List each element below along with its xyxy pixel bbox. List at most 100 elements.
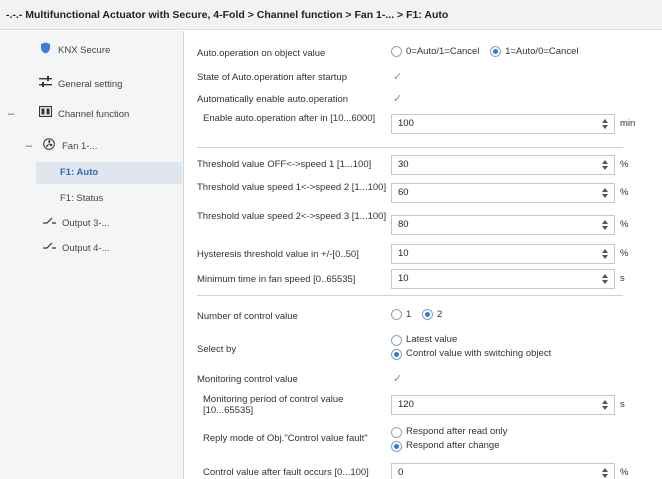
reply-mode-label: Reply mode of Obj."Control value fault" — [203, 433, 368, 444]
state-startup-label: State of Auto.operation after startup — [197, 72, 347, 83]
sidebar-item-output-3[interactable]: Output 3-... — [42, 214, 110, 234]
after-fault-label: Control value after fault occurs [0...10… — [203, 467, 369, 478]
spin-arrows-icon[interactable] — [602, 186, 610, 200]
sidebar-item-label: F1: Auto — [60, 167, 99, 178]
threshold-off-input[interactable]: 30 — [391, 155, 615, 175]
spin-arrows-icon[interactable] — [602, 466, 610, 479]
sliders-icon — [38, 75, 52, 93]
sidebar-item-label: Output 4-... — [62, 243, 110, 254]
auto-object-option-2-label: 1=Auto/0=Cancel — [505, 46, 579, 57]
auto-object-option-2-radio[interactable] — [490, 46, 502, 57]
switch-icon — [42, 241, 56, 255]
threshold-23-value: 80 — [398, 219, 409, 230]
sidebar-item-output-4[interactable]: Output 4-... — [42, 239, 110, 259]
hysteresis-input[interactable]: 10 — [391, 244, 615, 264]
monitoring-label: Monitoring control value — [197, 374, 298, 385]
spin-arrows-icon[interactable] — [602, 247, 610, 261]
auto-object-label: Auto.operation on object value — [197, 48, 326, 59]
reply-mode-option-2-radio[interactable] — [391, 440, 402, 452]
spin-arrows-icon[interactable] — [602, 117, 610, 131]
state-startup-checkbox[interactable]: ✓ — [393, 70, 402, 83]
spin-arrows-icon[interactable] — [602, 158, 610, 172]
num-control-option-1-radio[interactable] — [391, 309, 402, 320]
reply-mode-option-2-label: Respond after change — [406, 440, 500, 451]
enable-after-input[interactable]: 100 — [391, 114, 615, 134]
num-control-option-2-label: 2 — [436, 309, 443, 320]
enable-after-value: 100 — [398, 118, 414, 129]
sidebar-item-f1-auto[interactable]: F1: Auto — [60, 163, 98, 183]
sidebar-item-general-setting[interactable]: General setting — [38, 75, 122, 95]
select-by-label: Select by — [197, 344, 237, 355]
parameter-panel: Auto.operation on object value 0=Auto/1=… — [186, 31, 662, 479]
sidebar-item-f1-status[interactable]: F1: Status — [60, 189, 103, 209]
hysteresis-unit: % — [620, 248, 629, 259]
auto-enable-label: Automatically enable auto.operation — [197, 94, 349, 105]
monitor-period-unit: s — [620, 399, 625, 410]
select-by-option-2-label: Control value with switching object — [406, 348, 552, 359]
after-fault-input[interactable]: 0 — [391, 463, 615, 479]
shield-icon — [38, 42, 52, 59]
min-time-label: Minimum time in fan speed [0..65535] — [197, 274, 356, 285]
threshold-off-label: Threshold value OFF<->speed 1 [1...100] — [197, 159, 372, 170]
collapse-channel-function-toggle[interactable]: – — [8, 108, 14, 120]
auto-enable-checkbox[interactable]: ✓ — [393, 92, 402, 105]
threshold-23-unit: % — [620, 219, 629, 230]
threshold-12-input[interactable]: 60 — [391, 183, 615, 203]
min-time-unit: s — [620, 273, 625, 284]
auto-object-radio-group: 0=Auto/1=Cancel 1=Auto/0=Cancel — [391, 46, 586, 57]
sidebar-item-label: KNX Secure — [58, 45, 111, 56]
num-control-label: Number of control value — [197, 311, 298, 322]
divider — [197, 147, 623, 148]
num-control-option-2-radio[interactable] — [421, 309, 433, 320]
selection-highlight — [36, 162, 182, 184]
auto-object-option-1-label: 0=Auto/1=Cancel — [406, 46, 480, 57]
num-control-option-1-label: 1 — [406, 309, 412, 320]
sidebar-item-fan[interactable]: Fan 1-... — [42, 137, 97, 157]
enable-after-label: Enable auto.operation after in [10...600… — [203, 113, 376, 124]
hysteresis-value: 10 — [398, 248, 409, 259]
spin-arrows-icon[interactable] — [602, 218, 610, 232]
reply-mode-option-1-radio[interactable] — [391, 426, 402, 438]
reply-mode-option-1-label: Respond after read only — [406, 426, 508, 437]
hysteresis-label: Hysteresis threshold value in +/-[0..50] — [197, 249, 359, 260]
reply-mode-radio-group: Respond after read only Respond after ch… — [391, 425, 515, 453]
sidebar-tree: KNX Secure General setting – Channel fun… — [0, 31, 184, 479]
select-by-option-1-label: Latest value — [406, 334, 458, 345]
sidebar-item-label: Channel function — [58, 109, 130, 120]
spin-arrows-icon[interactable] — [602, 272, 610, 286]
sidebar-item-knx-secure[interactable]: KNX Secure — [38, 41, 110, 61]
sidebar-item-label: Fan 1-... — [62, 141, 98, 152]
select-by-option-2-radio[interactable] — [391, 348, 402, 360]
divider — [197, 295, 623, 296]
threshold-12-unit: % — [620, 187, 629, 198]
num-control-radio-group: 1 2 — [391, 309, 450, 320]
monitor-period-value: 120 — [398, 399, 414, 410]
select-by-radio-group: Latest value Control value with switchin… — [391, 333, 559, 361]
channel-icon — [38, 106, 52, 122]
sidebar-item-label: General setting — [58, 79, 123, 90]
spin-arrows-icon[interactable] — [602, 398, 610, 412]
monitor-period-label: Monitoring period of control value [10..… — [203, 394, 344, 416]
sidebar-item-channel-function[interactable]: Channel function — [38, 105, 129, 125]
after-fault-value: 0 — [398, 467, 404, 478]
min-time-value: 10 — [398, 273, 409, 284]
window-title: -.-.- Multifunctional Actuator with Secu… — [0, 0, 662, 30]
threshold-12-label: Threshold value speed 1<->speed 2 [1...1… — [197, 182, 387, 193]
monitoring-checkbox[interactable]: ✓ — [393, 372, 402, 385]
threshold-off-value: 30 — [398, 159, 409, 170]
threshold-23-input[interactable]: 80 — [391, 215, 615, 235]
min-time-input[interactable]: 10 — [391, 269, 615, 289]
threshold-23-label: Threshold value speed 2<->speed 3 [1...1… — [197, 211, 387, 222]
threshold-off-unit: % — [620, 159, 629, 170]
after-fault-unit: % — [620, 467, 629, 478]
monitor-period-input[interactable]: 120 — [391, 395, 615, 415]
threshold-12-value: 60 — [398, 187, 409, 198]
select-by-option-1-radio[interactable] — [391, 334, 402, 346]
enable-after-unit: min — [620, 118, 636, 129]
auto-object-option-1-radio[interactable] — [391, 46, 402, 57]
fan-icon — [42, 138, 56, 155]
switch-icon — [42, 216, 56, 230]
sidebar-item-label: F1: Status — [60, 193, 104, 204]
sidebar-item-label: Output 3-... — [62, 218, 110, 229]
collapse-fan-toggle[interactable]: – — [26, 140, 32, 152]
